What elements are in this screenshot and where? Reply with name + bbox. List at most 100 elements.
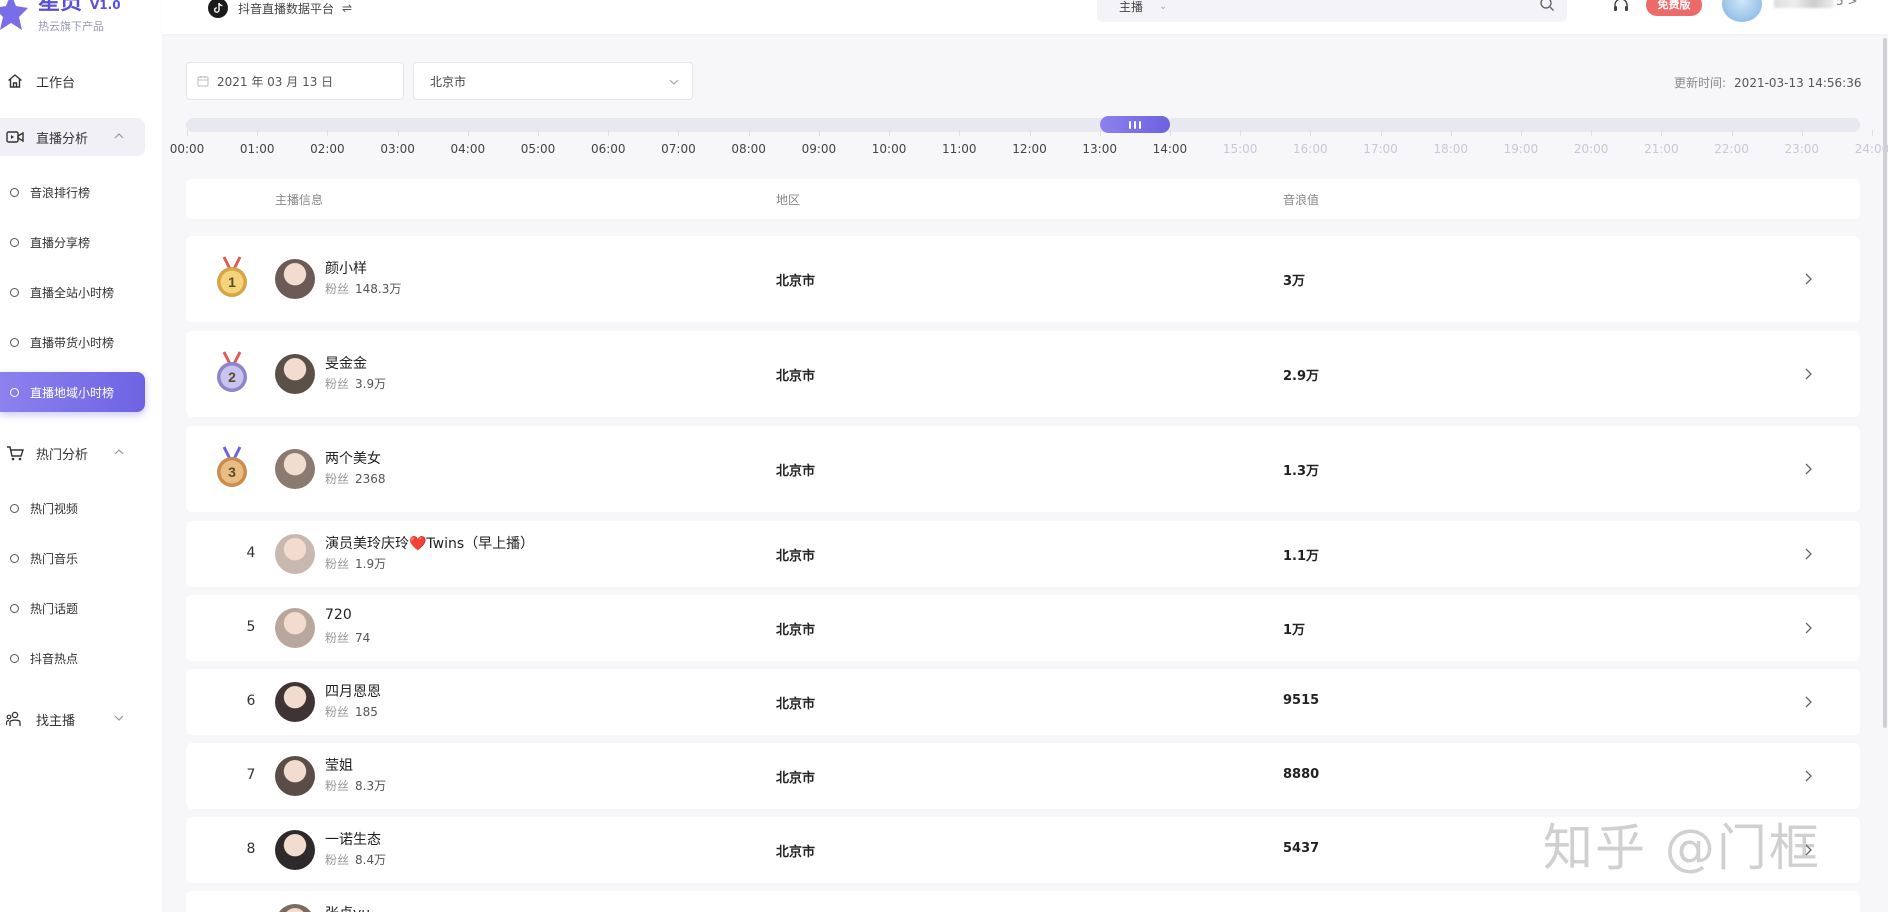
timeline-hour-label[interactable]: 00:00	[170, 142, 205, 156]
timeline-hour-label[interactable]: 06:00	[591, 142, 626, 156]
chevron-right-icon[interactable]	[1801, 547, 1815, 561]
sidebar-item-hot-topics[interactable]: 热门话题	[0, 588, 145, 628]
timeline-hour-label[interactable]: 07:00	[661, 142, 696, 156]
avatar[interactable]	[275, 830, 315, 870]
avatar[interactable]	[275, 354, 315, 394]
timeline-hour-label[interactable]: 20:00	[1574, 142, 1609, 156]
fans-count: 粉丝 3.9万	[325, 375, 386, 392]
home-icon	[6, 72, 24, 90]
bullet-icon	[10, 503, 19, 513]
timeline-hour-label[interactable]: 11:00	[942, 142, 977, 156]
date-picker[interactable]: 2021 年 03 月 13 日	[186, 62, 404, 100]
medal-rank: 2	[228, 369, 236, 385]
timeline-range-handle[interactable]	[1099, 116, 1170, 133]
timeline-tick	[467, 130, 469, 136]
search-type-select[interactable]: 主播	[1119, 0, 1143, 15]
table-row[interactable]: 4 演员美玲庆玲❤️Twins（早上播） 粉丝 1.9万 北京市 1.1万	[186, 521, 1860, 587]
timeline-hour-label[interactable]: 19:00	[1504, 142, 1539, 156]
anchor-name[interactable]: 四月恩恩	[325, 681, 381, 701]
sidebar-group-find-anchor[interactable]: 找主播	[0, 700, 145, 738]
timeline-tick	[538, 130, 540, 136]
sidebar-group-hot-analysis[interactable]: 热门分析	[0, 434, 145, 472]
date-value: 2021 年 03 月 13 日	[217, 74, 334, 89]
avatar[interactable]	[275, 449, 315, 489]
brand-name: 星员	[38, 0, 83, 15]
sidebar-item-live-share-rank[interactable]: 直播分享榜	[0, 222, 145, 262]
sidebar-item-hot-videos[interactable]: 热门视频	[0, 488, 145, 528]
sidebar-item-region-hourly-rank[interactable]: 直播地域小时榜	[0, 372, 145, 412]
fans-label: 粉丝	[325, 377, 350, 391]
anchor-name[interactable]: 演员美玲庆玲❤️Twins（早上播）	[325, 533, 534, 553]
timeline-hour-label[interactable]: 02:00	[310, 142, 345, 156]
region: 北京市	[776, 549, 816, 564]
timeline-hour-label[interactable]: 03:00	[380, 142, 415, 156]
avatar[interactable]	[275, 534, 315, 574]
chevron-right-icon[interactable]	[1801, 462, 1815, 476]
sidebar-item-site-hourly-rank[interactable]: 直播全站小时榜	[0, 272, 145, 312]
table-row[interactable]: 5 720 粉丝 74 北京市 1万	[186, 595, 1860, 661]
anchor-name[interactable]: 颜小样	[325, 258, 367, 278]
sidebar-item-douyin-hotspots[interactable]: 抖音热点	[0, 638, 145, 678]
timeline-hour-label[interactable]: 17:00	[1363, 142, 1398, 156]
anchor-name[interactable]: 张贞yu	[325, 903, 370, 912]
timeline-hour-label[interactable]: 21:00	[1644, 142, 1679, 156]
timeline-hour-label[interactable]: 15:00	[1223, 142, 1258, 156]
headset-icon[interactable]	[1612, 0, 1630, 14]
city-select[interactable]: 北京市	[413, 62, 693, 100]
timeline-hour-label[interactable]: 08:00	[731, 142, 766, 156]
timeline-tick	[889, 130, 891, 136]
sidebar-item-label: 直播分享榜	[30, 235, 91, 250]
table-row[interactable]: 7 莹姐 粉丝 8.3万 北京市 8880	[186, 743, 1860, 809]
timeline-hour-label[interactable]: 14:00	[1153, 142, 1188, 156]
user-menu[interactable]: 5 >	[1774, 0, 1864, 10]
timeline-hour-label[interactable]: 05:00	[521, 142, 556, 156]
table-row[interactable]: 9张贞yu	[186, 891, 1860, 912]
column-header-region: 地区	[776, 193, 801, 207]
timeline-hour-label[interactable]: 12:00	[1012, 142, 1047, 156]
switch-icon[interactable]: ⇌	[342, 1, 352, 15]
timeline-tick	[1591, 130, 1593, 136]
sidebar-item-workspace[interactable]: 工作台	[0, 62, 145, 100]
anchor-name[interactable]: 旻金金	[325, 353, 367, 373]
chevron-right-icon[interactable]	[1801, 695, 1815, 709]
table-row[interactable]: 2 旻金金 粉丝 3.9万 北京市 2.9万	[186, 331, 1860, 417]
timeline-hour-label[interactable]: 10:00	[872, 142, 907, 156]
user-avatar[interactable]	[1722, 0, 1762, 22]
chevron-right-icon[interactable]	[1801, 367, 1815, 381]
scrollbar[interactable]	[1883, 38, 1887, 728]
sidebar-item-label: 直播带货小时榜	[30, 335, 115, 350]
timeline-hour-label[interactable]: 16:00	[1293, 142, 1328, 156]
timeline-hour-label[interactable]: 13:00	[1082, 142, 1117, 156]
sidebar-item-hot-music[interactable]: 热门音乐	[0, 538, 145, 578]
free-version-badge[interactable]: 免费版	[1646, 0, 1702, 16]
timeline-hour-label[interactable]: 01:00	[240, 142, 275, 156]
fans-count: 粉丝 185	[325, 703, 378, 720]
avatar[interactable]	[275, 682, 315, 722]
search-icon[interactable]	[1539, 0, 1555, 12]
table-row[interactable]: 6 四月恩恩 粉丝 185 北京市 9515	[186, 669, 1860, 735]
timeline-hour-label[interactable]: 09:00	[802, 142, 837, 156]
app-switcher[interactable]: 抖音直播数据平台 ⇌	[208, 0, 352, 18]
avatar[interactable]	[275, 259, 315, 299]
avatar[interactable]	[275, 904, 315, 912]
sidebar-item-commerce-hourly-rank[interactable]: 直播带货小时榜	[0, 322, 145, 362]
timeline-tick	[397, 130, 399, 136]
sidebar-group-live-analysis[interactable]: 直播分析	[0, 118, 145, 156]
timeline-hour-label[interactable]: 04:00	[451, 142, 486, 156]
avatar[interactable]	[275, 608, 315, 648]
chevron-right-icon[interactable]	[1801, 272, 1815, 286]
avatar[interactable]	[275, 756, 315, 796]
table-row[interactable]: 3 两个美女 粉丝 2368 北京市 1.3万	[186, 426, 1860, 512]
anchor-name[interactable]: 720	[325, 607, 352, 623]
anchor-name[interactable]: 两个美女	[325, 448, 381, 468]
timeline-hour-label[interactable]: 22:00	[1714, 142, 1749, 156]
timeline-hour-label[interactable]: 18:00	[1433, 142, 1468, 156]
table-row[interactable]: 1 颜小样 粉丝 148.3万 北京市 3万	[186, 236, 1860, 322]
chevron-right-icon[interactable]	[1801, 769, 1815, 783]
hour-timeline-track[interactable]	[186, 118, 1860, 132]
timeline-hour-label[interactable]: 23:00	[1784, 142, 1819, 156]
sidebar-item-sound-wave-rank[interactable]: 音浪排行榜	[0, 172, 145, 212]
anchor-name[interactable]: 莹姐	[325, 755, 353, 775]
chevron-right-icon[interactable]	[1801, 621, 1815, 635]
anchor-name[interactable]: 一诺生态	[325, 829, 381, 849]
